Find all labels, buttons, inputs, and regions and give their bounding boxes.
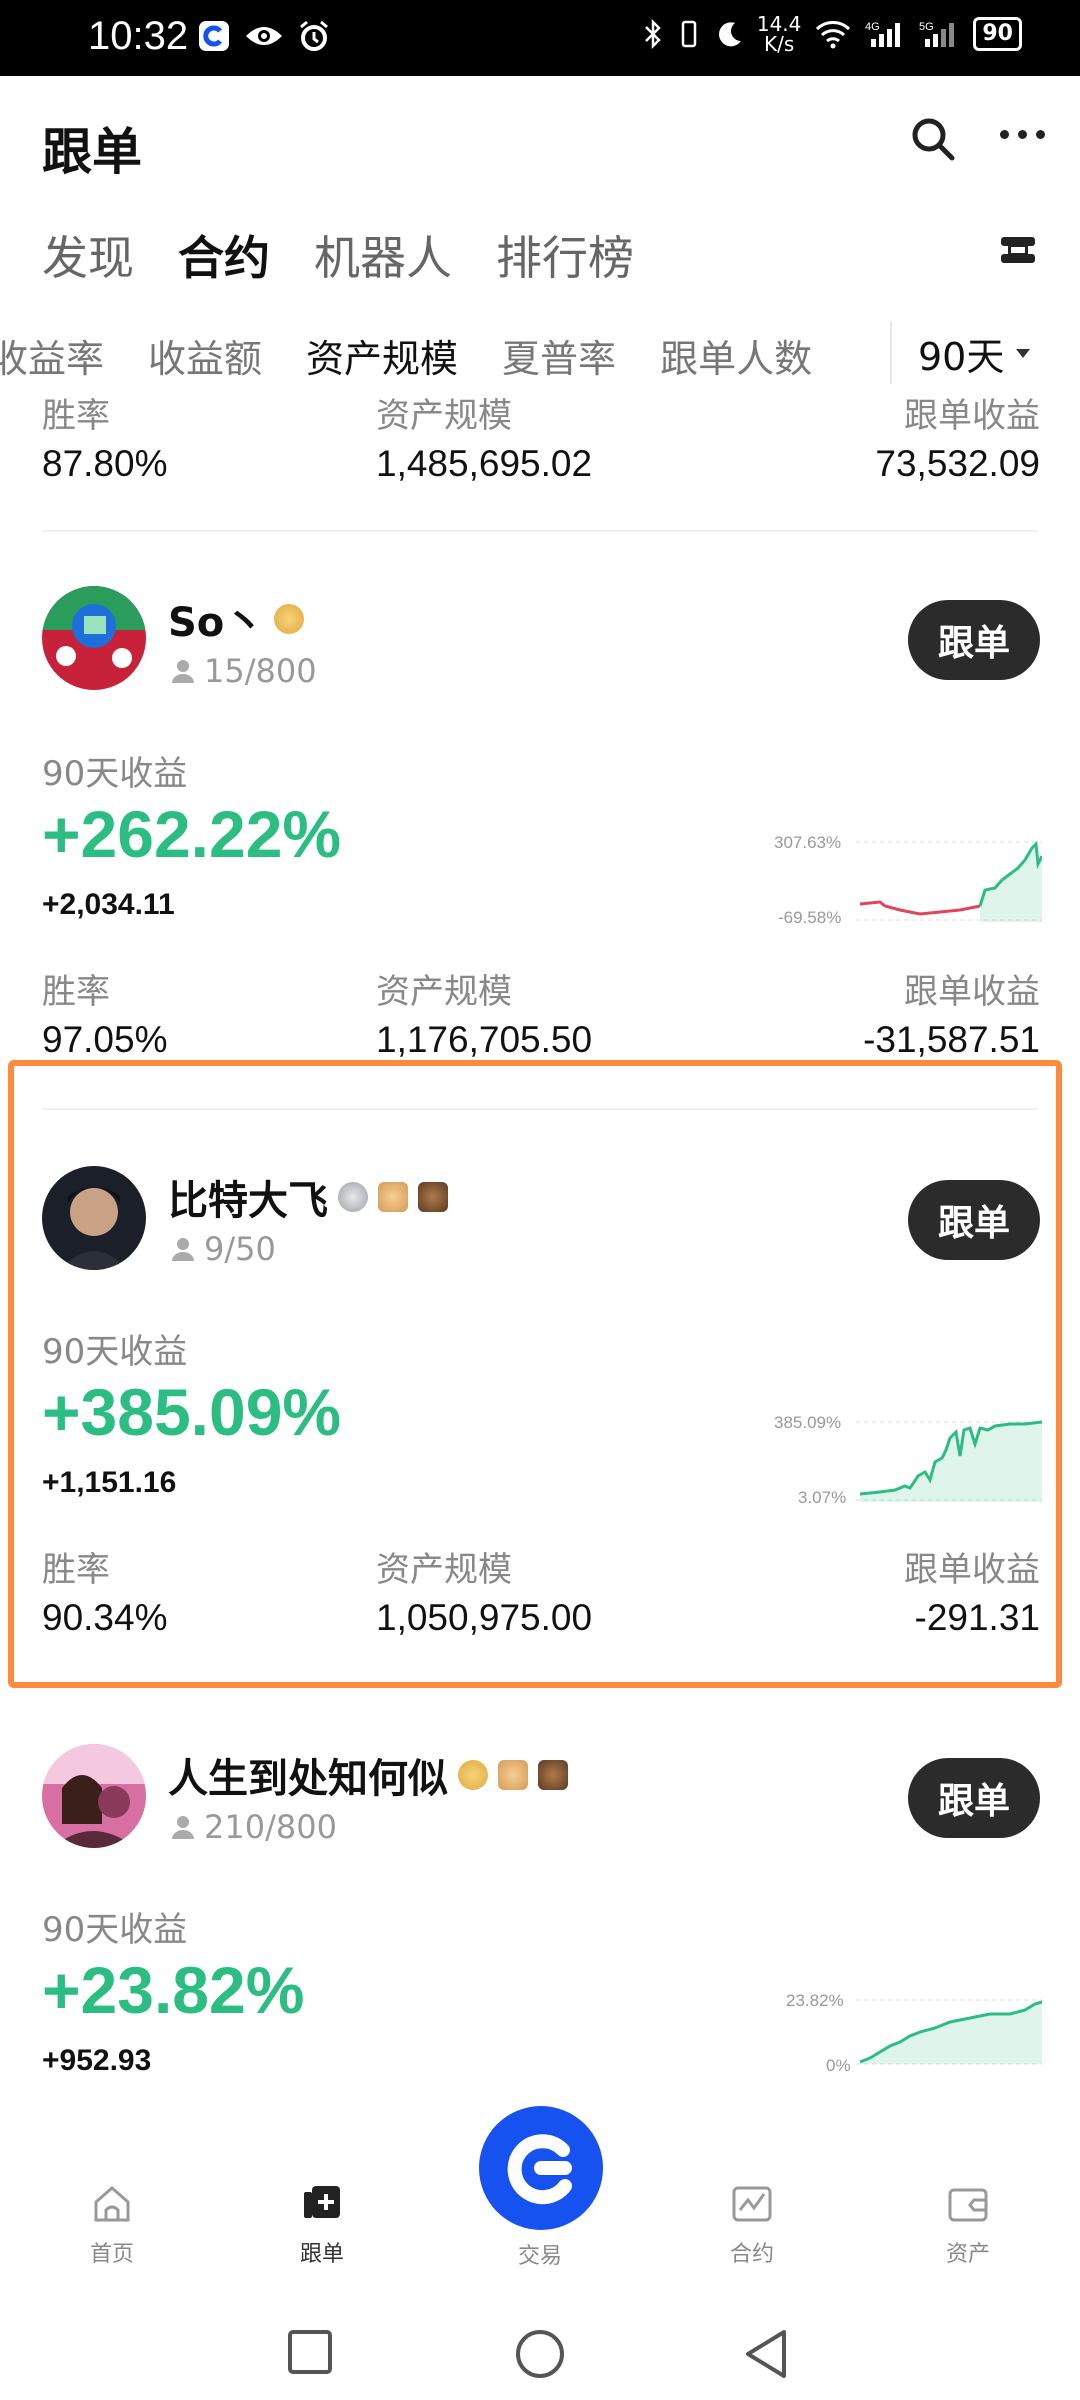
category-tabs: 发现 合约 机器人 排行榜 — [42, 222, 634, 288]
sort-aum[interactable]: 资产规模 — [306, 328, 458, 383]
stats-row: 胜率 97.05% 资产规模 1,176,705.50 跟单收益 -31,587.51 — [42, 964, 1040, 1060]
copy-pnl-label: 跟单收益 — [904, 972, 1040, 1012]
period-value: 90天 — [918, 334, 1005, 379]
alarm-icon — [300, 20, 328, 51]
sort-roi[interactable]: 收益率 — [0, 328, 104, 383]
recent-apps-icon[interactable] — [286, 2328, 334, 2376]
copy-pnl-value: 73,532.09 — [875, 443, 1040, 484]
mini-pnl-chart: 307.63% -69.58% — [770, 830, 1042, 927]
nav-home[interactable]: 首页 — [42, 2182, 182, 2268]
more-menu-icon[interactable] — [1000, 130, 1045, 139]
trader-name: So丶 — [168, 590, 305, 648]
signal-5g-icon: 5G — [919, 21, 955, 47]
roi-value: +262.22% — [42, 797, 342, 871]
eye-icon — [246, 27, 282, 45]
status-bar: 10:32 14.4 K/s 4G 5G 90 — [0, 0, 1080, 76]
system-navigation — [0, 2300, 1080, 2400]
period-dropdown[interactable]: 90天 — [890, 322, 1080, 384]
nav-contract[interactable]: 合约 — [682, 2182, 822, 2268]
follower-count: 15/800 — [172, 652, 317, 690]
copy-pnl-label: 跟单收益 — [904, 396, 1040, 436]
svg-text:5G: 5G — [919, 21, 934, 33]
sort-sharpe[interactable]: 夏普率 — [502, 328, 616, 383]
follow-button[interactable]: 跟单 — [908, 1758, 1040, 1838]
signal-4g-icon: 4G — [865, 21, 901, 47]
bluetooth-icon — [644, 19, 661, 49]
win-rate-value: 97.05% — [42, 1019, 168, 1060]
page-header: 跟单 — [0, 76, 1080, 196]
home-icon — [94, 2186, 130, 2222]
vibrate-icon — [681, 20, 697, 48]
copy-pnl-value: -31,587.51 — [863, 1019, 1040, 1060]
tab-discover[interactable]: 发现 — [42, 222, 134, 288]
net-speed: 14.4 K/s — [756, 12, 802, 56]
bronze-shield-icon — [498, 1760, 528, 1790]
app-notification-icon — [199, 21, 229, 51]
home-circle-icon[interactable] — [514, 2328, 566, 2380]
person-icon — [172, 1816, 194, 1839]
stats-row: 胜率 87.80% 资产规模 1,485,695.02 跟单收益 73,532.09 — [42, 388, 1040, 484]
nav-trade-label: 交易 — [517, 2244, 562, 2269]
highlight-box — [8, 1060, 1062, 1688]
tab-contract[interactable]: 合约 — [178, 222, 270, 288]
gold-badge-icon — [458, 1760, 488, 1790]
tab-leaderboard[interactable]: 排行榜 — [496, 222, 634, 288]
sort-pnl[interactable]: 收益额 — [148, 328, 262, 383]
filter-icon[interactable] — [998, 234, 1038, 266]
back-icon[interactable] — [742, 2328, 790, 2380]
follower-count: 210/800 — [172, 1808, 337, 1846]
nav-assets[interactable]: 资产 — [898, 2182, 1038, 2268]
win-rate-value: 87.80% — [42, 443, 168, 484]
status-time: 10:32 — [88, 14, 189, 58]
sort-followers[interactable]: 跟单人数 — [660, 328, 812, 383]
divider — [42, 530, 1038, 532]
hexagon-badge-icon — [538, 1760, 568, 1790]
win-rate-label: 胜率 — [42, 396, 110, 436]
aum-label: 资产规模 — [376, 972, 512, 1012]
avatar[interactable] — [42, 586, 146, 690]
moon-icon — [718, 22, 741, 47]
avatar[interactable] — [42, 1744, 146, 1848]
sort-bar: 收益率 收益额 资产规模 夏普率 跟单人数 90天 — [0, 322, 1080, 384]
aum-label: 资产规模 — [376, 396, 512, 436]
trade-logo-icon — [507, 2134, 572, 2205]
trade-center-button[interactable] — [479, 2106, 603, 2230]
mini-pnl-chart: 23.82% 0% — [770, 1988, 1042, 2078]
aum-value: 1,176,705.50 — [376, 1019, 593, 1060]
nav-copy-trade[interactable]: 跟单 — [252, 2182, 392, 2268]
win-rate-label: 胜率 — [42, 972, 110, 1012]
pnl-value: +952.93 — [42, 2044, 152, 2077]
copy-trade-icon — [304, 2186, 340, 2218]
pnl-value: +2,034.11 — [42, 888, 175, 921]
battery-indicator: 90 — [973, 17, 1022, 51]
wallet-icon — [948, 2188, 988, 2222]
gold-badge-icon — [274, 604, 305, 634]
tab-bot[interactable]: 机器人 — [314, 222, 452, 288]
page-title: 跟单 — [42, 123, 142, 181]
svg-text:4G: 4G — [865, 21, 880, 33]
wifi-icon — [816, 21, 851, 49]
contract-chart-icon — [732, 2186, 772, 2222]
trader-name: 人生到处知何似 — [168, 1746, 568, 1804]
roi-value: +23.82% — [42, 1953, 305, 2027]
person-icon — [172, 660, 194, 683]
period-return-label: 90天收益 — [42, 1910, 188, 1950]
follow-button[interactable]: 跟单 — [908, 600, 1040, 680]
aum-value: 1,485,695.02 — [376, 443, 593, 484]
caret-down-icon — [1016, 348, 1031, 358]
period-return-label: 90天收益 — [42, 754, 188, 794]
search-icon[interactable] — [910, 116, 956, 162]
